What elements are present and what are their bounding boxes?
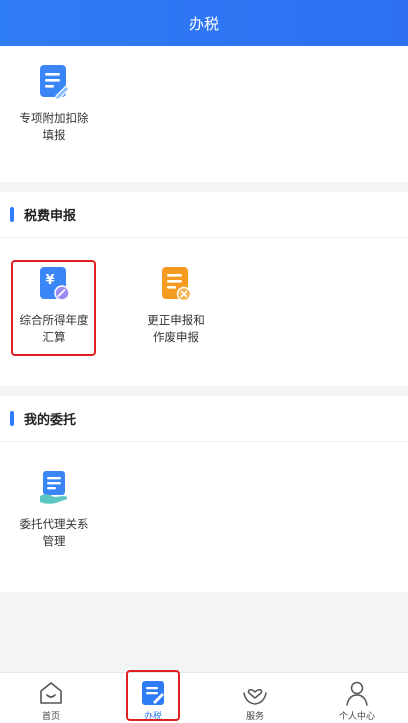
section-title-entrust: 我的委托	[24, 413, 77, 428]
app-header: 办税	[0, 0, 408, 46]
home-icon	[37, 679, 65, 707]
document-cancel-icon	[159, 266, 193, 302]
tab-profile[interactable]: 个人中心	[306, 673, 408, 723]
tab-label: 个人中心	[338, 712, 375, 722]
active-tab-highlight	[126, 670, 180, 721]
tab-service[interactable]: 服务	[204, 673, 306, 723]
special-deduction-card: 专项附加扣除 填报	[0, 46, 408, 182]
section-header-tax: 税费申报	[0, 192, 408, 238]
agent-relation-tile[interactable]: 委托代理关系 管理	[9, 470, 99, 550]
tile-label-line1: 专项附加扣除	[19, 111, 89, 125]
document-edit-icon	[37, 64, 71, 101]
tile-label-line1: 委托代理关系	[19, 517, 89, 531]
section-accent-bar	[10, 411, 14, 426]
bottom-tab-bar: 首页 办税 服务 个人中心	[0, 672, 408, 723]
section-title-tax: 税费申报	[24, 209, 77, 224]
tile-label-line2: 填报	[42, 128, 66, 142]
special-deduction-tile[interactable]: 专项附加扣除 填报	[9, 64, 99, 144]
tab-home[interactable]: 首页	[0, 673, 102, 723]
document-hand-icon	[37, 470, 71, 506]
correction-declaration-tile[interactable]: 更正申报和 作废申报	[131, 266, 221, 346]
heart-hands-icon	[241, 679, 269, 707]
tile-label-line2: 作废申报	[153, 330, 199, 344]
section-accent-bar	[10, 207, 14, 222]
tile-label-line2: 管理	[42, 534, 66, 548]
person-icon	[343, 679, 371, 707]
page-title: 办税	[188, 14, 219, 33]
tab-label: 服务	[245, 712, 264, 722]
entrust-card: 我的委托 委托代理关系 管理	[0, 396, 408, 592]
tab-label: 首页	[41, 712, 60, 722]
annual-settlement-highlight	[11, 260, 96, 356]
tile-label-line1: 更正申报和	[147, 313, 205, 327]
section-header-entrust: 我的委托	[0, 396, 408, 442]
